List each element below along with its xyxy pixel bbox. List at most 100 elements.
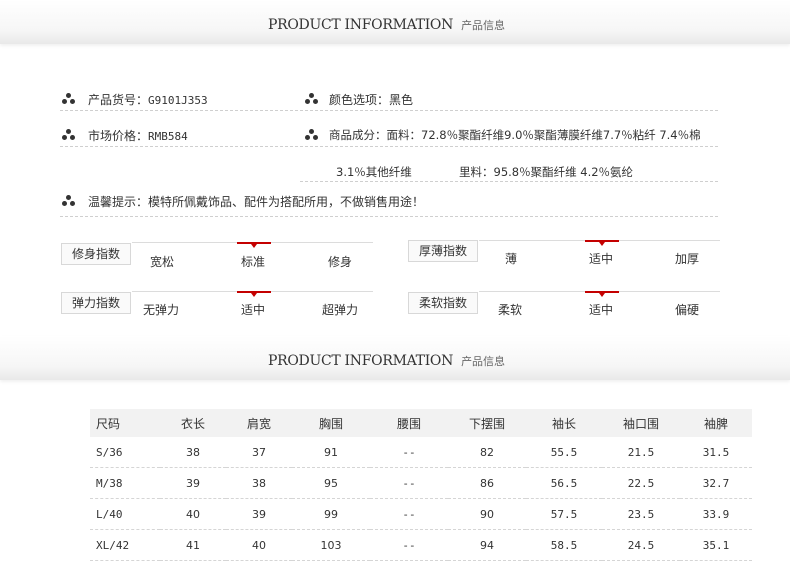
section-title: PRODUCT INFORMATION 产品信息 (268, 17, 505, 33)
table-cell: 95 (292, 467, 370, 499)
table-cell: 38 (160, 437, 226, 468)
table-cell: 40 (226, 529, 292, 561)
color-option-value: 黑色 (389, 93, 414, 107)
table-cell: 23.5 (602, 498, 680, 530)
fit-option-standard: 标准 (241, 255, 266, 269)
table-cell: 39 (226, 498, 292, 530)
header-cell: 尺码 (90, 409, 160, 437)
header-cell: 衣长 (160, 409, 226, 437)
clover-icon (62, 93, 76, 105)
table-cell: 91 (292, 437, 370, 468)
size-cell: L/40 (90, 498, 160, 530)
size-cell: M/38 (90, 467, 160, 499)
table-cell: 24.5 (602, 529, 680, 561)
table-row: M/38 39 38 95 -- 86 56.5 22.5 32.7 (90, 467, 752, 499)
section-title: PRODUCT INFORMATION 产品信息 (268, 353, 505, 369)
table-row: XL/42 41 40 103 -- 94 58.5 24.5 35.1 (90, 529, 752, 561)
header-cell: 袖长 (526, 409, 602, 437)
stretch-option-super: 超弹力 (322, 303, 359, 317)
thickness-option-thin: 薄 (505, 252, 518, 266)
size-table: 尺码 衣长 肩宽 胸围 腰围 下摆围 袖长 袖口围 袖脾 S/36 38 37 … (90, 409, 752, 561)
table-cell: 37 (226, 437, 292, 468)
table-cell: 56.5 (526, 467, 602, 499)
softness-index-marker (585, 291, 619, 297)
size-cell: S/36 (90, 437, 160, 468)
softness-option-medium: 适中 (589, 303, 614, 317)
table-row: L/40 40 39 99 -- 90 57.5 23.5 33.9 (90, 498, 752, 530)
header-cell: 肩宽 (226, 409, 292, 437)
market-price: 市场价格：RMB584 (88, 127, 188, 144)
composition-label: 商品成分： (329, 128, 387, 142)
clover-icon (305, 93, 319, 105)
clover-icon (305, 129, 319, 141)
divider (60, 216, 718, 217)
softness-option-firm: 偏硬 (675, 303, 700, 317)
stretch-index-label: 弹力指数 (61, 292, 131, 314)
product-code-label: 产品货号： (88, 93, 149, 107)
table-cell: 57.5 (526, 498, 602, 530)
section-subtitle: 产品信息 (461, 19, 506, 32)
table-cell: 22.5 (602, 467, 680, 499)
market-price-value: RMB584 (148, 130, 188, 143)
size-info-header: PRODUCT INFORMATION 产品信息 (0, 336, 790, 380)
color-option-label: 颜色选项： (329, 93, 390, 107)
divider (60, 146, 718, 147)
table-cell: 40 (160, 498, 226, 530)
composition-lining: 里料：95.8％聚酯纤维 4.2％氨纶 (459, 165, 634, 179)
size-cell: XL/42 (90, 529, 160, 561)
table-cell: 39 (160, 467, 226, 499)
warm-tip: 温馨提示：模特所佩戴饰品、配件为搭配所用，不做销售用途！ (88, 193, 424, 210)
table-cell: 94 (448, 529, 526, 561)
fit-index-marker (237, 242, 271, 248)
size-table-header: 尺码 衣长 肩宽 胸围 腰围 下摆围 袖长 袖口围 袖脾 (90, 409, 752, 437)
warm-tip-value: 模特所佩戴饰品、配件为搭配所用，不做销售用途！ (148, 195, 425, 209)
thickness-index-marker (585, 240, 619, 246)
product-code-value: G9101J353 (148, 94, 208, 107)
softness-index-label: 柔软指数 (408, 292, 478, 314)
header-cell: 腰围 (370, 409, 448, 437)
table-cell: -- (370, 529, 448, 561)
fit-option-slim: 修身 (328, 255, 353, 269)
table-cell: 41 (160, 529, 226, 561)
header-cell: 袖口围 (602, 409, 680, 437)
warm-tip-label: 温馨提示： (88, 195, 149, 209)
product-code: 产品货号：G9101J353 (88, 91, 208, 108)
composition: 商品成分：面料：72.8％聚酯纤维9.0％聚酯薄膜纤维7.7％粘纤 7.4％棉 (329, 127, 701, 143)
thickness-option-medium: 适中 (589, 252, 614, 266)
table-cell: 35.1 (680, 529, 752, 561)
table-cell: 90 (448, 498, 526, 530)
divider (300, 181, 718, 182)
divider (60, 110, 718, 111)
product-info-header: PRODUCT INFORMATION 产品信息 (0, 0, 790, 44)
composition-outer: 面料：72.8％聚酯纤维9.0％聚酯薄膜纤维7.7％粘纤 7.4％棉 (386, 128, 701, 142)
table-cell: 33.9 (680, 498, 752, 530)
section-title-text: PRODUCT INFORMATION (268, 17, 454, 33)
stretch-option-none: 无弹力 (143, 303, 180, 317)
header-cell: 下摆围 (448, 409, 526, 437)
stretch-index-marker (237, 291, 271, 297)
softness-option-soft: 柔软 (498, 303, 523, 317)
table-cell: 38 (226, 467, 292, 499)
table-cell: 32.7 (680, 467, 752, 499)
header-cell: 胸围 (292, 409, 370, 437)
table-cell: 99 (292, 498, 370, 530)
table-cell: 55.5 (526, 437, 602, 468)
table-cell: -- (370, 467, 448, 499)
table-cell: 31.5 (680, 437, 752, 468)
table-cell: -- (370, 498, 448, 530)
table-cell: 86 (448, 467, 526, 499)
thickness-index-label: 厚薄指数 (408, 240, 478, 262)
stretch-option-medium: 适中 (241, 303, 266, 317)
thickness-option-thick: 加厚 (675, 252, 700, 266)
table-row: S/36 38 37 91 -- 82 55.5 21.5 31.5 (90, 437, 752, 468)
table-cell: 21.5 (602, 437, 680, 468)
section-subtitle: 产品信息 (461, 355, 506, 368)
color-option: 颜色选项：黑色 (329, 91, 413, 108)
market-price-label: 市场价格： (88, 129, 149, 143)
fit-index-label: 修身指数 (61, 243, 131, 265)
header-cell: 袖脾 (680, 409, 752, 437)
table-cell: 103 (292, 529, 370, 561)
table-cell: 58.5 (526, 529, 602, 561)
composition-other: 3.1％其他纤维 (336, 165, 412, 179)
table-cell: -- (370, 437, 448, 468)
